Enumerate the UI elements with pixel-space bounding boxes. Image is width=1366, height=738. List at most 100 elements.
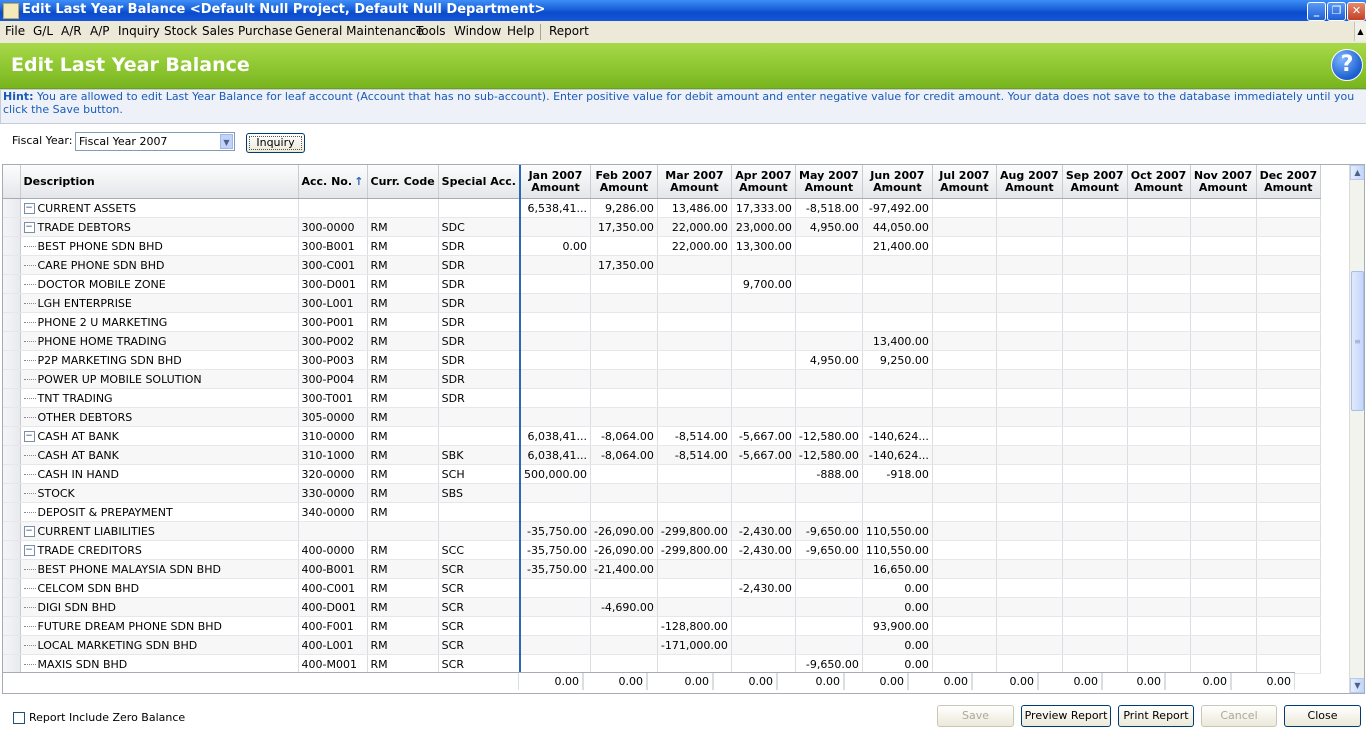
- cell-amount[interactable]: [1062, 654, 1128, 674]
- cell-amount[interactable]: [795, 483, 863, 503]
- cell-amount[interactable]: [996, 236, 1063, 256]
- table-row[interactable]: LOCAL MARKETING SDN BHD 400-L001 RM SCR -171…: [3, 635, 1322, 655]
- cell-amount[interactable]: [1062, 369, 1128, 389]
- cell-amount[interactable]: [731, 616, 796, 636]
- cell-amount[interactable]: [1190, 597, 1257, 617]
- cell-amount[interactable]: [932, 407, 997, 427]
- cell-amount[interactable]: [996, 654, 1063, 674]
- cell-amount[interactable]: [590, 331, 658, 351]
- menu-gl[interactable]: G/L: [33, 24, 53, 38]
- table-row[interactable]: DOCTOR MOBILE ZONE 300-D001 RM SDR 9,700.00: [3, 274, 1322, 294]
- cell-amount[interactable]: [795, 635, 863, 655]
- cell-amount[interactable]: 93,900.00: [862, 616, 933, 636]
- cell-amount[interactable]: [731, 654, 796, 674]
- cell-amount[interactable]: [518, 597, 591, 617]
- cell-amount[interactable]: [1190, 635, 1257, 655]
- cell-amount[interactable]: [1062, 578, 1128, 598]
- cell-amount[interactable]: [1190, 426, 1257, 446]
- cell-description[interactable]: POWER UP MOBILE SOLUTION: [20, 369, 299, 389]
- row-selector[interactable]: [3, 312, 21, 332]
- cell-amount[interactable]: [731, 502, 796, 522]
- cell-amount[interactable]: [996, 426, 1063, 446]
- cell-amount[interactable]: [590, 578, 658, 598]
- cell-amount[interactable]: [996, 312, 1063, 332]
- row-selector[interactable]: [3, 502, 21, 522]
- cell-amount[interactable]: [1127, 198, 1191, 218]
- cell-amount[interactable]: 6,038,41...: [518, 426, 591, 446]
- cell-amount[interactable]: [731, 635, 796, 655]
- menu-file[interactable]: File: [5, 24, 25, 38]
- cell-amount[interactable]: -918.00: [862, 464, 933, 484]
- cell-amount[interactable]: [795, 369, 863, 389]
- cell-amount[interactable]: [862, 274, 933, 294]
- cell-amount[interactable]: [795, 331, 863, 351]
- cell-amount[interactable]: [932, 521, 997, 541]
- cell-amount[interactable]: [1256, 616, 1322, 636]
- cell-amount[interactable]: [795, 388, 863, 408]
- cell-amount[interactable]: 6,538,41...: [518, 198, 591, 218]
- cell-amount[interactable]: [996, 369, 1063, 389]
- cell-amount[interactable]: [1190, 198, 1257, 218]
- cell-amount[interactable]: [731, 407, 796, 427]
- cell-amount[interactable]: [518, 578, 591, 598]
- cell-amount[interactable]: [657, 502, 732, 522]
- column-header-month[interactable]: Jun 2007 Amount: [862, 165, 933, 199]
- cell-amount[interactable]: [1256, 369, 1322, 389]
- cell-amount[interactable]: [1062, 597, 1128, 617]
- table-row[interactable]: PHONE 2 U MARKETING 300-P001 RM SDR: [3, 312, 1322, 332]
- cell-amount[interactable]: [1062, 540, 1128, 560]
- table-row[interactable]: PHONE HOME TRADING 300-P002 RM SDR 13,400.00: [3, 331, 1322, 351]
- cell-amount[interactable]: [996, 331, 1063, 351]
- cell-description[interactable]: CARE PHONE SDN BHD: [20, 255, 299, 275]
- cell-amount[interactable]: [932, 331, 997, 351]
- cell-amount[interactable]: [1256, 559, 1322, 579]
- minimize-icon[interactable]: _: [1307, 2, 1326, 21]
- cell-amount[interactable]: 13,486.00: [657, 198, 732, 218]
- cell-amount[interactable]: [932, 388, 997, 408]
- row-selector[interactable]: [3, 426, 21, 446]
- cell-amount[interactable]: [862, 483, 933, 503]
- menu-tools[interactable]: Tools: [416, 24, 446, 38]
- cell-amount[interactable]: [731, 331, 796, 351]
- row-selector[interactable]: [3, 388, 21, 408]
- table-row[interactable]: OTHER DEBTORS 305-0000 RM: [3, 407, 1322, 427]
- restore-icon[interactable]: ❐: [1327, 2, 1346, 21]
- row-selector[interactable]: [3, 407, 21, 427]
- row-selector[interactable]: [3, 217, 21, 237]
- table-row[interactable]: TNT TRADING 300-T001 RM SDR: [3, 388, 1322, 408]
- cell-amount[interactable]: [862, 502, 933, 522]
- cell-amount[interactable]: 0.00: [862, 654, 933, 674]
- cell-amount[interactable]: [1127, 464, 1191, 484]
- cell-amount[interactable]: [1127, 293, 1191, 313]
- cell-amount[interactable]: [1127, 236, 1191, 256]
- cell-amount[interactable]: [518, 616, 591, 636]
- column-header-month[interactable]: Dec 2007 Amount: [1256, 165, 1322, 199]
- cell-amount[interactable]: [731, 255, 796, 275]
- table-row[interactable]: LGH ENTERPRISE 300-L001 RM SDR: [3, 293, 1322, 313]
- cell-amount[interactable]: 0.00: [862, 578, 933, 598]
- column-header-description[interactable]: Description: [20, 165, 299, 199]
- cell-amount[interactable]: -888.00: [795, 464, 863, 484]
- cell-amount[interactable]: [1256, 578, 1322, 598]
- cell-description[interactable]: LOCAL MARKETING SDN BHD: [20, 635, 299, 655]
- cell-amount[interactable]: [1190, 312, 1257, 332]
- cell-amount[interactable]: [731, 388, 796, 408]
- cell-amount[interactable]: [590, 464, 658, 484]
- cell-amount[interactable]: [657, 559, 732, 579]
- cell-amount[interactable]: [932, 502, 997, 522]
- cell-amount[interactable]: [1190, 331, 1257, 351]
- cell-amount[interactable]: -35,750.00: [518, 521, 591, 541]
- cell-amount[interactable]: [1256, 217, 1322, 237]
- cell-amount[interactable]: [1062, 350, 1128, 370]
- cell-amount[interactable]: [795, 407, 863, 427]
- cell-amount[interactable]: [731, 597, 796, 617]
- cell-amount[interactable]: [1256, 255, 1322, 275]
- cell-amount[interactable]: [795, 312, 863, 332]
- cell-amount[interactable]: [795, 293, 863, 313]
- cell-amount[interactable]: [518, 350, 591, 370]
- table-row[interactable]: POWER UP MOBILE SOLUTION 300-P004 RM SDR: [3, 369, 1322, 389]
- cell-amount[interactable]: -299,800.00: [657, 521, 732, 541]
- cell-amount[interactable]: [795, 255, 863, 275]
- cell-amount[interactable]: [1127, 388, 1191, 408]
- cell-amount[interactable]: 4,950.00: [795, 350, 863, 370]
